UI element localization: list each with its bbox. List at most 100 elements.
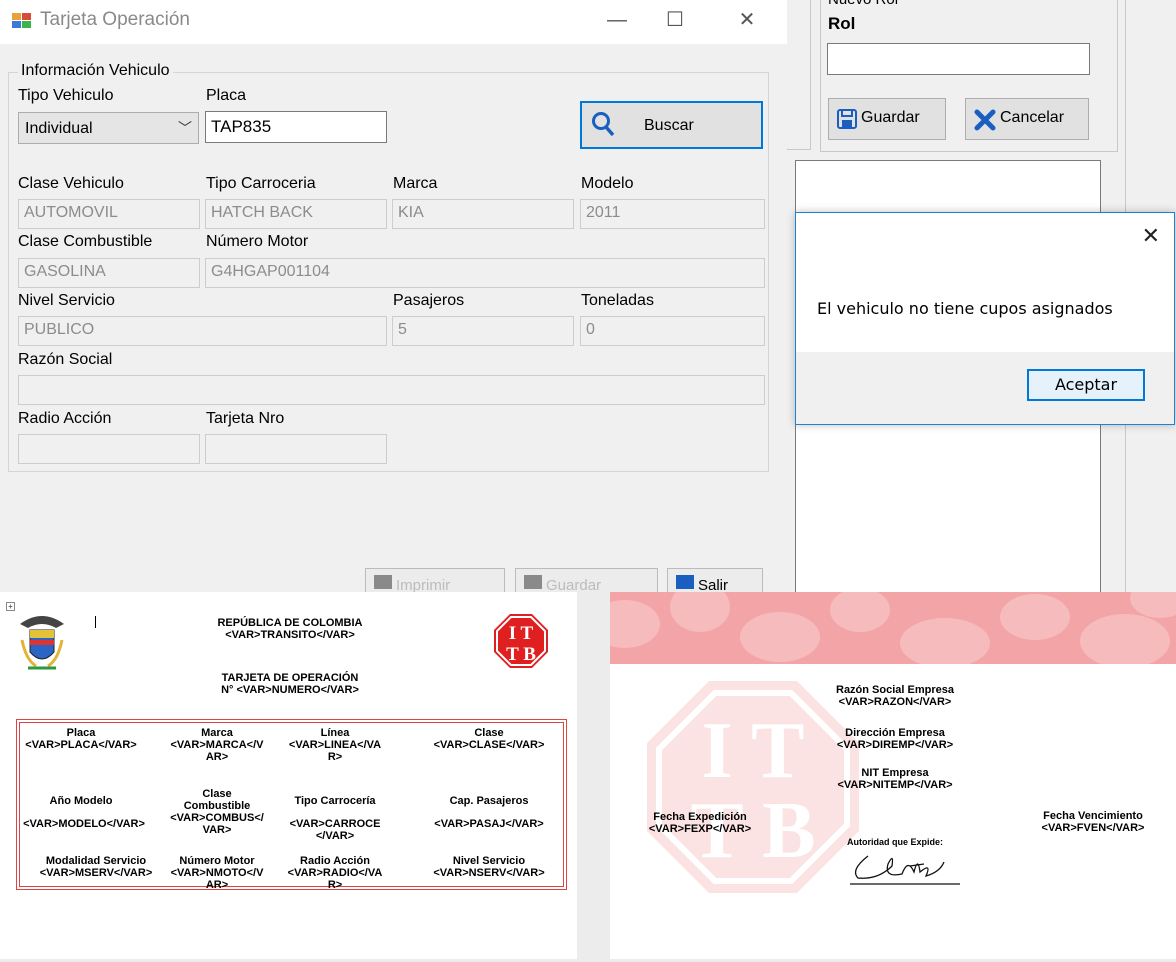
close-button[interactable]: ✕ <box>717 0 777 40</box>
radio-accion-label: Radio Acción <box>18 410 112 427</box>
bubble <box>1080 614 1170 664</box>
clase-combustible-field[interactable]: GASOLINA <box>18 258 200 288</box>
report-page-front: + REPÚBLICA DE COLOMBIA <VAR>TRANSITO</V… <box>0 592 577 959</box>
bubble <box>900 618 990 664</box>
report-preview: + REPÚBLICA DE COLOMBIA <VAR>TRANSITO</V… <box>0 592 1176 962</box>
cell-radio-label: Radio Acción <box>300 855 370 867</box>
buscar-button[interactable]: Buscar <box>580 101 763 149</box>
cell-marca-var: <VAR>MARCA</VAR> <box>170 739 264 763</box>
ittb-logo-icon: I T T B <box>494 614 548 668</box>
tarjeta-nro-field[interactable] <box>205 434 387 464</box>
nit-label: NIT Empresa <box>861 767 929 779</box>
numero-motor-field[interactable]: G4HGAP001104 <box>205 258 765 288</box>
marca-label: Marca <box>393 175 438 192</box>
close-x-icon <box>974 109 996 131</box>
tipo-vehiculo-select[interactable]: Individual ﹀ <box>18 112 199 144</box>
tipo-carroceria-field[interactable]: HATCH BACK <box>205 199 387 229</box>
clase-vehiculo-label: Clase Vehiculo <box>18 175 124 192</box>
bubble <box>830 592 890 632</box>
svg-text:T B: T B <box>506 644 536 665</box>
guardar-button-disabled[interactable]: Guardar <box>515 568 658 592</box>
placa-input[interactable]: TAP835 <box>205 111 387 143</box>
clase-combustible-label: Clase Combustible <box>18 233 153 250</box>
tipo-vehiculo-value: Individual <box>25 120 93 137</box>
report-header-line2: <VAR>TRANSITO</VAR> <box>225 629 355 641</box>
text-cursor <box>95 616 96 628</box>
cell-nivel-var: <VAR>NSERV</VAR> <box>433 867 545 879</box>
tipo-vehiculo-label: Tipo Vehiculo <box>18 87 114 104</box>
report-title-line2: N° <VAR>NUMERO</VAR> <box>221 684 359 696</box>
rol-input[interactable] <box>827 43 1090 75</box>
search-icon <box>592 112 615 137</box>
cell-motor-var: <VAR>NMOTO</VAR> <box>170 867 264 891</box>
radio-accion-field[interactable] <box>18 434 200 464</box>
pasajeros-field[interactable]: 5 <box>392 316 574 346</box>
guardar-button[interactable]: Guardar <box>828 98 946 140</box>
fven-var: <VAR>FVEN</VAR> <box>1041 822 1145 834</box>
cell-carroceria-label: Tipo Carrocería <box>294 795 376 807</box>
razon-var: <VAR>RAZON</VAR> <box>838 696 952 708</box>
tarjeta-operacion-window: Tarjeta Operación — ☐ ✕ Información Vehi… <box>0 0 787 592</box>
bubble <box>610 600 660 648</box>
group-title: Información Vehiculo <box>18 62 173 80</box>
cell-anio-var: <VAR>MODELO</VAR> <box>23 818 145 830</box>
minimize-button[interactable]: — <box>587 0 647 40</box>
report-data-table: Placa <VAR>PLACA</VAR> Marca <VAR>MARCA<… <box>16 719 567 891</box>
cell-nivel-label: Nivel Servicio <box>452 855 526 867</box>
cell-motor-label: Número Motor <box>179 855 255 867</box>
clase-vehiculo-field[interactable]: AUTOMOVIL <box>18 199 200 229</box>
report-page-back: I T T B Razón Social Empresa <VAR>RAZON<… <box>610 592 1176 959</box>
cell-placa-var: <VAR>PLACA</VAR> <box>25 739 137 751</box>
cell-clase-var: <VAR>CLASE</VAR> <box>433 739 545 751</box>
pasajeros-label: Pasajeros <box>393 292 465 309</box>
nivel-servicio-label: Nivel Servicio <box>18 292 115 309</box>
razon-social-label: Razón Social <box>18 351 113 368</box>
marca-field[interactable]: KIA <box>392 199 574 229</box>
save-icon <box>524 575 542 589</box>
printer-icon <box>374 575 392 589</box>
window-title: Tarjeta Operación <box>40 9 190 30</box>
guardar-label: Guardar <box>861 109 920 126</box>
maximize-button[interactable]: ☐ <box>645 0 705 40</box>
cell-linea-label: Línea <box>320 727 350 739</box>
cell-modalidad-label: Modalidad Servicio <box>45 855 147 867</box>
bubble <box>670 592 730 632</box>
direccion-label: Dirección Empresa <box>845 727 945 739</box>
cell-radio-var: <VAR>RADIO</VAR> <box>287 867 383 891</box>
message-close-button[interactable]: ✕ <box>1142 223 1160 249</box>
cell-modalidad-var: <VAR>MSERV</VAR> <box>39 867 153 879</box>
window-titlebar: Tarjeta Operación — ☐ ✕ <box>0 0 787 44</box>
toneladas-label: Toneladas <box>581 292 654 309</box>
cell-anio-label: Año Modelo <box>49 795 113 807</box>
expand-icon[interactable]: + <box>6 602 15 611</box>
imprimir-button[interactable]: Imprimir <box>365 568 505 592</box>
placa-label: Placa <box>206 87 247 104</box>
cancelar-button[interactable]: Cancelar <box>965 98 1089 140</box>
nivel-servicio-field[interactable]: PUBLICO <box>18 316 387 346</box>
aceptar-button[interactable]: Aceptar <box>1027 369 1145 401</box>
report-title-line1: TARJETA DE OPERACIÓN <box>221 672 359 684</box>
toneladas-field[interactable]: 0 <box>580 316 765 346</box>
partial-label: Nuevo Rol <box>828 0 898 8</box>
cancelar-label: Cancelar <box>1000 109 1065 126</box>
message-box: ✕ El vehiculo no tiene cupos asignados A… <box>795 212 1175 425</box>
fven-label: Fecha Vencimiento <box>1043 810 1143 822</box>
salir-button[interactable]: Salir <box>667 568 763 592</box>
bubble <box>740 612 820 662</box>
cell-pasajeros-var: <VAR>PASAJ</VAR> <box>434 818 544 830</box>
modelo-label: Modelo <box>581 175 634 192</box>
cell-combustible-label: Clase Combustible <box>183 788 251 812</box>
colombia-coat-of-arms-icon <box>20 616 64 670</box>
razon-social-field[interactable] <box>18 375 765 405</box>
modelo-field[interactable]: 2011 <box>580 199 765 229</box>
fexp-var: <VAR>FEXP</VAR> <box>648 823 752 835</box>
cell-marca-label: Marca <box>201 727 233 739</box>
imprimir-label: Imprimir <box>396 577 451 592</box>
background-panel-left <box>787 0 811 150</box>
cell-combustible-var: <VAR>COMBUS</VAR> <box>170 812 264 836</box>
salir-label: Salir <box>698 577 729 592</box>
floppy-icon <box>837 109 857 129</box>
tarjeta-nro-label: Tarjeta Nro <box>206 410 285 427</box>
cell-clase-label: Clase <box>474 727 504 739</box>
buscar-label: Buscar <box>644 117 694 134</box>
